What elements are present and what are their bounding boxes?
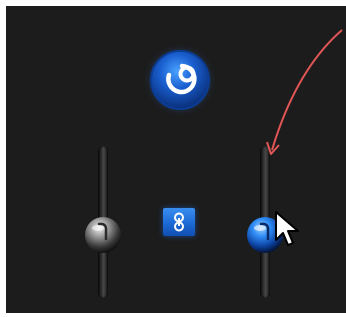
power-button[interactable] [142,42,218,118]
left-slider-knob[interactable] [83,215,123,255]
mixer-panel [6,6,346,313]
chain-link-icon [174,212,184,232]
left-slider[interactable] [80,146,126,298]
power-ring-icon [143,43,217,117]
slider-knob-grey-icon [85,217,121,254]
link-toggle-button[interactable] [163,208,195,236]
arrow-cursor-icon [274,210,304,250]
